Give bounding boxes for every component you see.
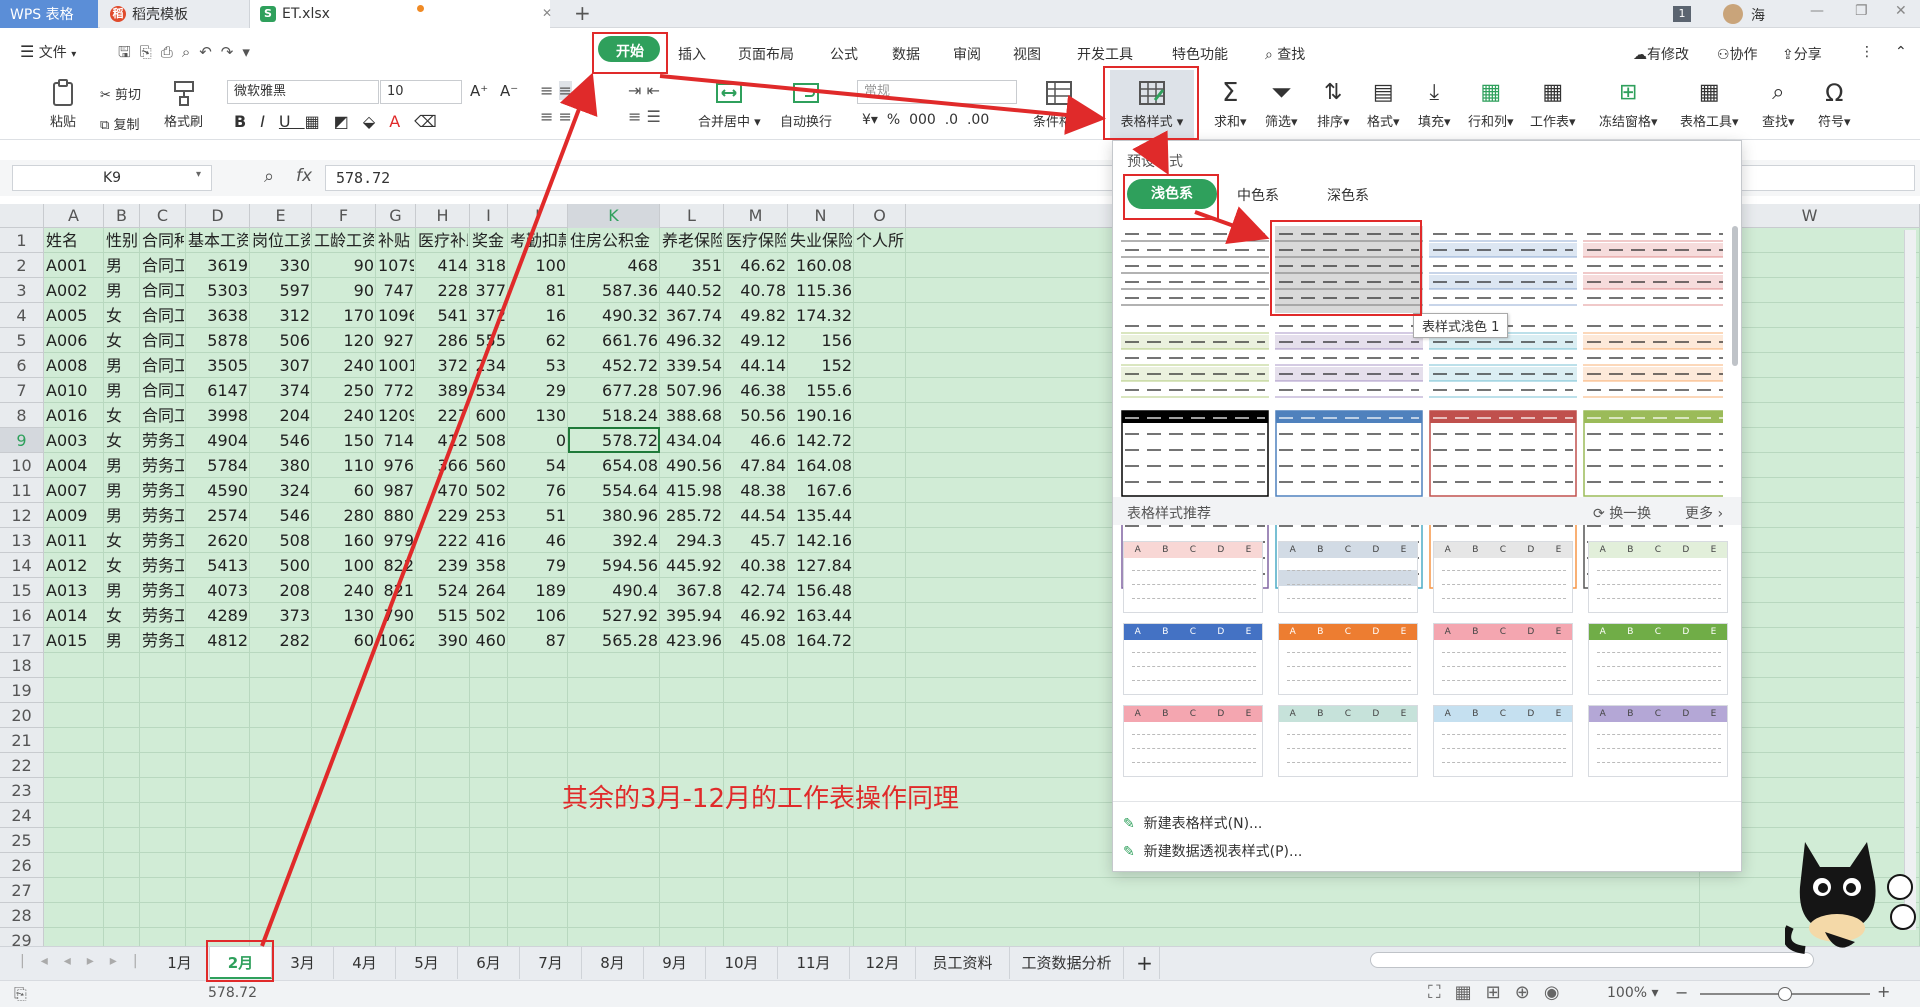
arrow-table-style-to-light	[1132, 130, 1169, 176]
arrow-home-to-table-style	[659, 74, 1106, 135]
annotation-arrows	[260, 72, 1270, 947]
wps-spreadsheet-window: WPS 表格 稻稻壳模板 S ET.xlsx ✕ + 1 海 — ❐ ✕ ☰ 文件 …	[0, 0, 1920, 1007]
arrow-light-to-style	[1194, 206, 1270, 245]
arrow-sheet-to-home	[260, 72, 598, 947]
cat-sticker-icon	[1785, 842, 1916, 954]
